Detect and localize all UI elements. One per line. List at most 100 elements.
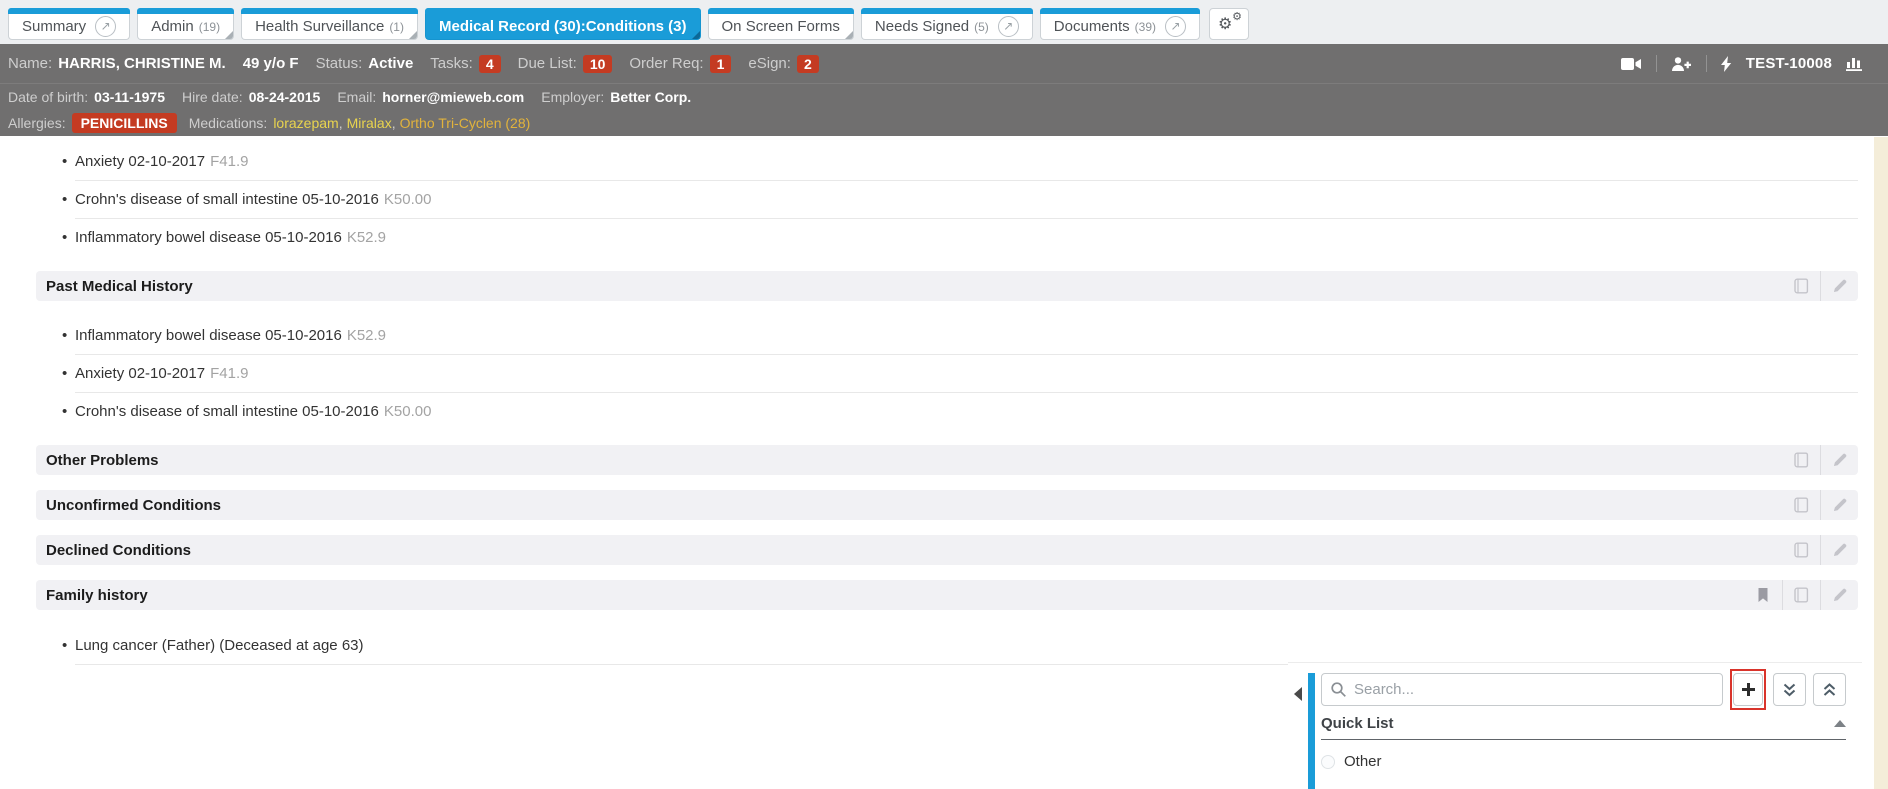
section-declined-conditions: Declined Conditions — [36, 535, 1858, 565]
tab-summary[interactable]: Summary ↗ — [8, 8, 130, 40]
video-camera-icon — [1621, 57, 1642, 71]
medications-label: Medications: — [189, 115, 268, 131]
book-icon — [1793, 587, 1810, 603]
esign-count-badge[interactable]: 2 — [797, 55, 819, 73]
edit-button[interactable] — [1820, 580, 1858, 610]
tab-label: Documents — [1054, 18, 1130, 35]
condition-text: Anxiety 02-10-2017 — [75, 365, 205, 382]
patient-banner-row1: Name: HARRIS, CHRISTINE M. 49 y/o F Stat… — [0, 44, 1888, 84]
chart-notes-button[interactable] — [1782, 271, 1820, 301]
section-title: Past Medical History — [46, 278, 193, 295]
employer-label: Employer: — [541, 89, 604, 105]
section-actions — [1782, 271, 1858, 301]
chart-notes-button[interactable] — [1782, 445, 1820, 475]
tab-label: Summary — [22, 18, 86, 35]
family-history-row: • Lung cancer (Father) (Deceased at age … — [36, 625, 1858, 665]
quick-list-item-label: Other — [1344, 753, 1382, 770]
email-label: Email: — [337, 89, 376, 105]
chart-notes-button[interactable] — [1782, 490, 1820, 520]
section-header: Declined Conditions — [36, 535, 1858, 565]
video-camera-button[interactable] — [1621, 57, 1642, 71]
lightning-button[interactable] — [1721, 56, 1732, 72]
separator: , — [339, 115, 343, 131]
divider — [1706, 55, 1707, 72]
condition-code: K52.9 — [347, 229, 386, 246]
section-other-problems: Other Problems — [36, 445, 1858, 475]
condition-code: K52.9 — [347, 327, 386, 344]
add-condition-button[interactable] — [1733, 673, 1763, 706]
tab-health-surveillance[interactable]: Health Surveillance (1) — [241, 8, 418, 40]
edit-button[interactable] — [1820, 490, 1858, 520]
add-button-highlight — [1730, 669, 1766, 710]
section-actions — [1744, 580, 1858, 610]
chart-button[interactable] — [1846, 56, 1864, 71]
tasks-count-badge[interactable]: 4 — [479, 55, 501, 73]
section-unconfirmed-conditions: Unconfirmed Conditions — [36, 490, 1858, 520]
bullet-icon: • — [62, 365, 75, 382]
quick-list-item-other[interactable]: Other — [1321, 753, 1846, 770]
edit-button[interactable] — [1820, 445, 1858, 475]
condition-code: F41.9 — [210, 365, 248, 382]
tab-label: Admin — [151, 18, 194, 35]
patient-name: HARRIS, CHRISTINE M. — [58, 55, 226, 72]
condition-text: Crohn's disease of small intestine 05-10… — [75, 191, 379, 208]
collapse-all-button[interactable] — [1813, 673, 1846, 706]
collapse-left-icon[interactable] — [1294, 687, 1302, 701]
add-person-button[interactable] — [1671, 56, 1692, 72]
edit-button[interactable] — [1820, 535, 1858, 565]
pencil-icon — [1832, 278, 1848, 294]
separator: , — [392, 115, 396, 131]
search-row — [1321, 673, 1846, 706]
bullet-icon: • — [62, 403, 75, 420]
condition-code: K50.00 — [384, 403, 432, 420]
patient-banner-row3: Allergies: PENICILLINS Medications: lora… — [0, 110, 1888, 136]
radio-icon[interactable] — [1321, 755, 1335, 769]
tab-count: (39) — [1135, 18, 1156, 34]
gear-icon: ⚙ — [1218, 14, 1232, 34]
hire-date-value: 08-24-2015 — [249, 89, 321, 105]
section-title: Other Problems — [46, 452, 159, 469]
tab-medical-record-conditions[interactable]: Medical Record (30):Conditions (3) — [425, 8, 701, 40]
tab-label: Health Surveillance — [255, 18, 384, 35]
section-family-history: Family history • Lung cancer (Father) (D… — [36, 580, 1858, 665]
quick-list-header[interactable]: Quick List — [1321, 715, 1846, 732]
edit-button[interactable] — [1820, 271, 1858, 301]
bullet-icon: • — [62, 637, 75, 654]
section-actions — [1782, 490, 1858, 520]
chart-notes-button[interactable] — [1782, 535, 1820, 565]
family-history-text: Lung cancer (Father) (Deceased at age 63… — [75, 637, 364, 654]
name-label: Name: — [8, 55, 52, 72]
due-list-count-badge[interactable]: 10 — [583, 55, 613, 73]
medication-link[interactable]: Ortho Tri-Cyclen (28) — [400, 115, 531, 131]
pencil-icon — [1832, 452, 1848, 468]
medication-link[interactable]: Miralax — [347, 115, 392, 131]
expand-all-button[interactable] — [1773, 673, 1806, 706]
order-req-count-badge[interactable]: 1 — [710, 55, 732, 73]
tab-needs-signed[interactable]: Needs Signed (5) ↗ — [861, 8, 1033, 40]
email-value: horner@mieweb.com — [382, 89, 524, 105]
double-chevron-up-icon — [1822, 682, 1837, 698]
allergy-badge[interactable]: PENICILLINS — [72, 113, 177, 133]
chart-notes-button[interactable] — [1782, 580, 1820, 610]
tab-admin[interactable]: Admin (19) — [137, 8, 234, 40]
section-header: Past Medical History — [36, 271, 1858, 301]
panel-accent-bar — [1308, 673, 1315, 789]
collapse-up-icon[interactable] — [1834, 720, 1846, 727]
pencil-icon — [1832, 587, 1848, 603]
section-active-problems: • Anxiety 02-10-2017 F41.9 • Crohn's dis… — [36, 142, 1858, 256]
tab-on-screen-forms[interactable]: On Screen Forms — [708, 8, 854, 40]
status-value: Active — [368, 55, 413, 72]
medication-link[interactable]: lorazepam — [273, 115, 338, 131]
condition-row: • Anxiety 02-10-2017 F41.9 — [36, 142, 1858, 180]
section-actions — [1782, 445, 1858, 475]
search-input[interactable] — [1321, 673, 1723, 706]
panel-collapse-column — [1288, 663, 1308, 789]
esign-label: eSign: — [748, 55, 791, 72]
bookmark-button[interactable] — [1744, 580, 1782, 610]
condition-text: Inflammatory bowel disease 05-10-2016 — [75, 327, 342, 344]
settings-gear-button[interactable]: ⚙ ⚙ — [1209, 8, 1249, 40]
tab-documents[interactable]: Documents (39) ↗ — [1040, 8, 1200, 40]
section-title: Unconfirmed Conditions — [46, 497, 221, 514]
order-req-label: Order Req: — [629, 55, 703, 72]
tab-count: (1) — [389, 18, 404, 34]
